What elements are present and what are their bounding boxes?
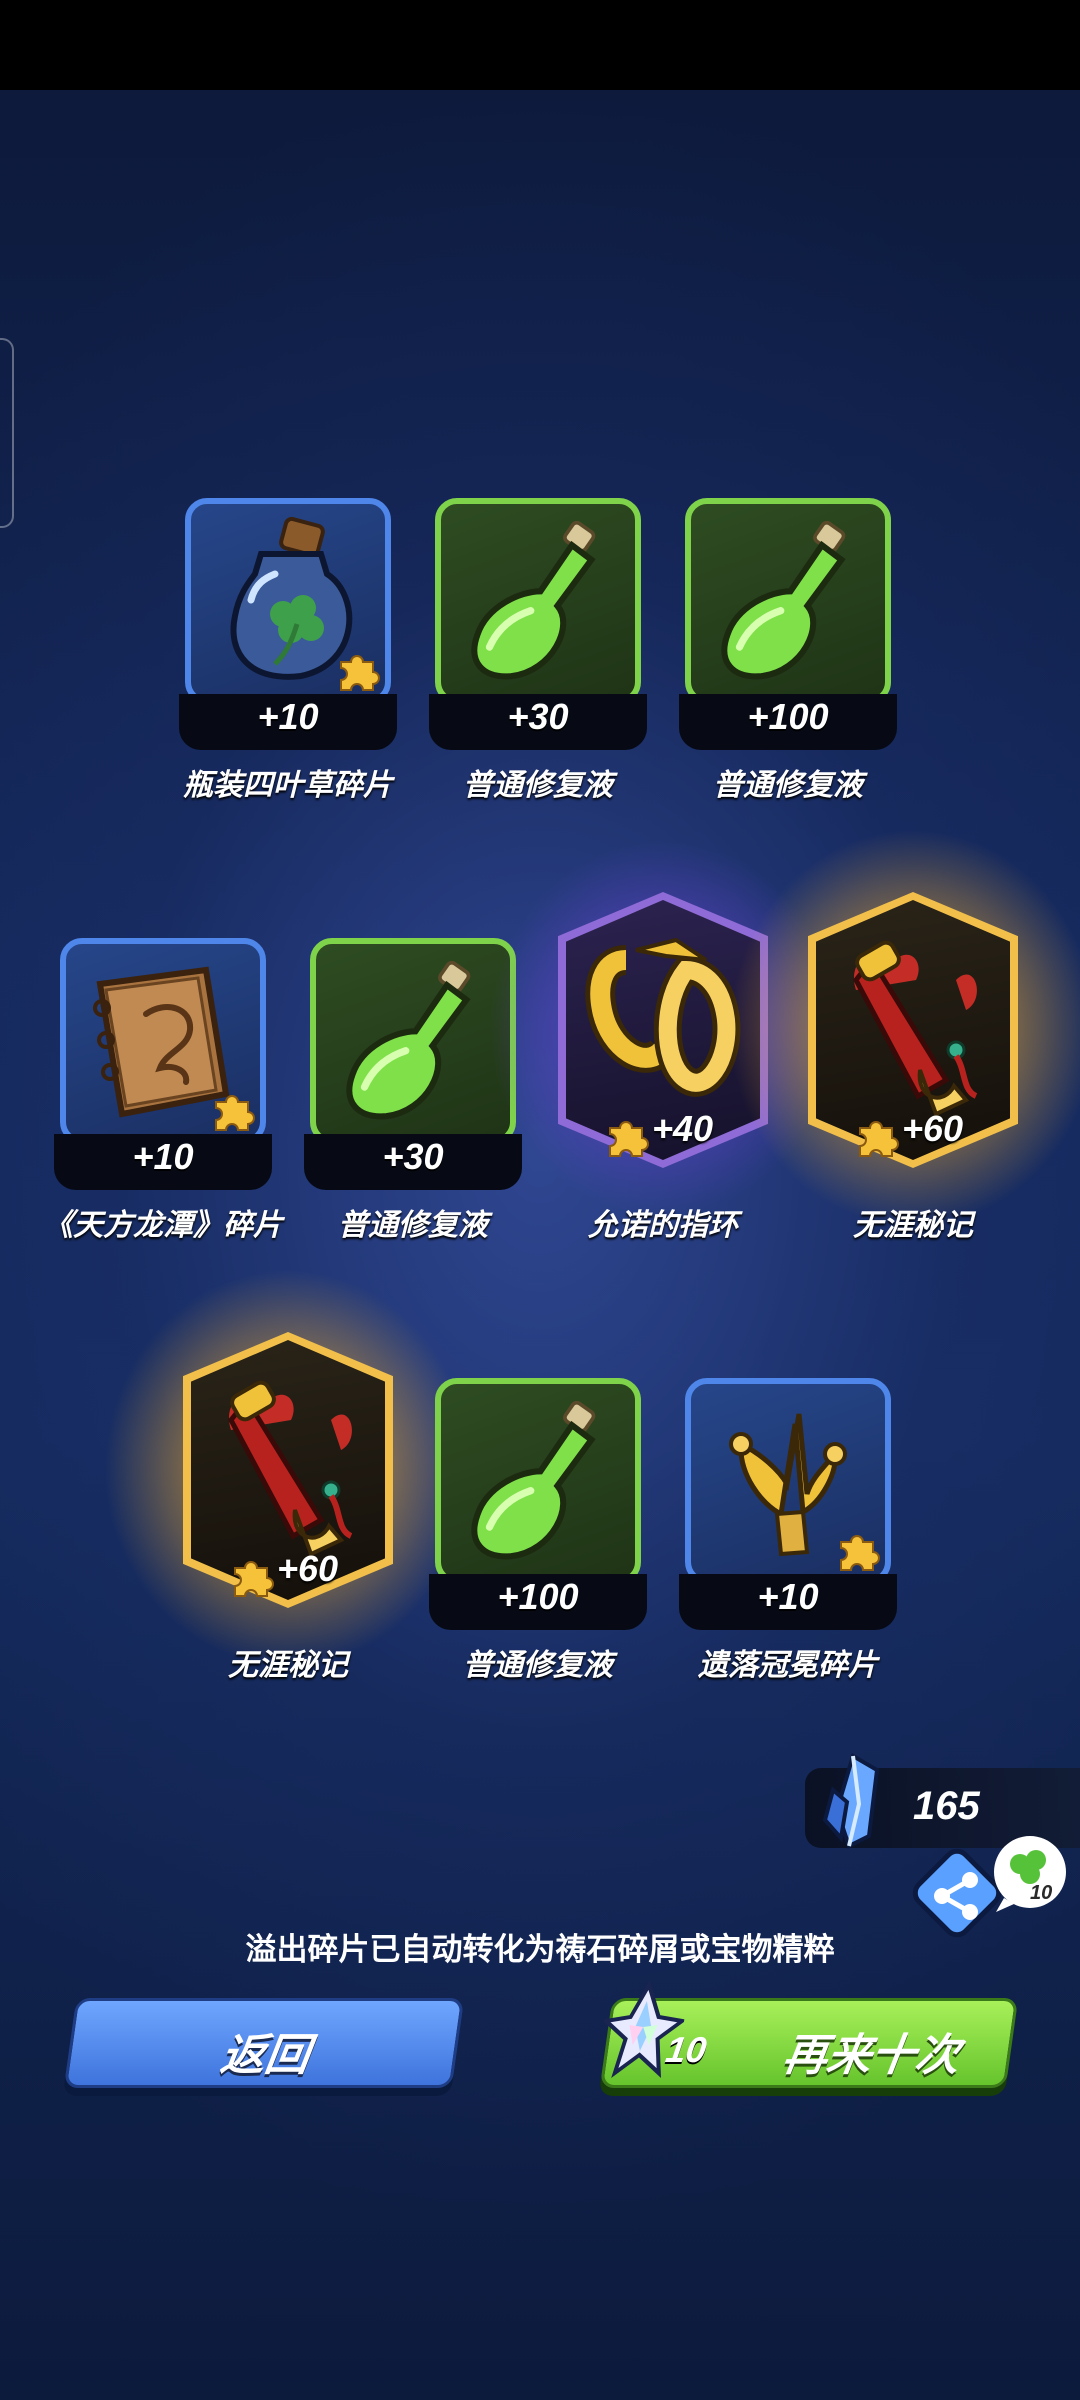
reward-item: +100 普通修复液 <box>673 498 903 828</box>
gacha-results-screen: +10 瓶装四叶草碎片 +30 普通修复液 +100 普通修复液 +10 《天方… <box>0 0 1080 2400</box>
reward-name: 无涯秘记 <box>228 1649 348 1682</box>
puzzle-piece-icon <box>210 1088 256 1134</box>
reward-name: 瓶装四叶草碎片 <box>183 769 393 802</box>
reward-name: 无涯秘记 <box>853 1209 973 1242</box>
crystal-icon <box>822 1752 880 1849</box>
puzzle-piece-icon <box>229 1554 275 1600</box>
reward-name: 普通修复液 <box>463 769 613 802</box>
status-bar <box>0 0 1080 90</box>
reward-item: +60 无涯秘记 <box>728 828 1080 1242</box>
reward-name: 普通修复液 <box>713 769 863 802</box>
back-button-label: 返回 <box>217 2031 313 2080</box>
reward-count: +60 <box>277 1548 339 1589</box>
pull-ten-again-label: 再来十次 <box>779 2031 963 2080</box>
reward-count: +10 <box>132 1136 194 1177</box>
side-pull-tab[interactable] <box>0 338 14 528</box>
reward-count: +30 <box>507 696 569 737</box>
pull-ten-again-button[interactable]: 10 再来十次 <box>599 1981 1019 2088</box>
reward-card-green <box>435 498 641 704</box>
reward-count: +10 <box>257 696 319 737</box>
potion-flask-icon <box>316 944 510 1138</box>
reward-name: 遗落冠冕碎片 <box>698 1649 878 1682</box>
reward-name: 普通修复液 <box>463 1649 613 1682</box>
reward-count: +100 <box>747 696 829 737</box>
overflow-notice: 溢出碎片已自动转化为祷石碎屑或宝物精粹 <box>245 1932 835 1967</box>
clover-count: 10 <box>1030 1882 1053 1904</box>
puzzle-piece-icon <box>835 1528 881 1574</box>
reward-item: +10 遗落冠冕碎片 <box>673 1378 903 1708</box>
reward-name: 《天方龙潭》碎片 <box>43 1209 283 1242</box>
reward-item: +100 普通修复液 <box>423 1378 653 1708</box>
potion-flask-icon <box>441 1384 635 1578</box>
reward-count: +30 <box>382 1136 444 1177</box>
reward-card-green <box>685 498 891 704</box>
reward-card-blue <box>685 1378 891 1584</box>
reward-name: 普通修复液 <box>338 1209 488 1242</box>
pull-cost: 10 <box>663 2029 710 2070</box>
reward-count: +10 <box>757 1576 819 1617</box>
reward-item: +10 瓶装四叶草碎片 <box>173 498 403 828</box>
reward-card-green <box>435 1378 641 1584</box>
reward-count: +60 <box>902 1108 964 1149</box>
puzzle-piece-icon <box>335 648 381 694</box>
reward-item: +10 《天方龙潭》碎片 <box>43 938 283 1268</box>
reward-name: 允诺的指环 <box>588 1209 738 1242</box>
puzzle-piece-icon <box>604 1114 650 1160</box>
crystal-count: 165 <box>913 1784 980 1828</box>
reward-card-green <box>310 938 516 1144</box>
back-button[interactable]: 返回 <box>63 1998 465 2088</box>
reward-item: +60 无涯秘记 <box>103 1268 473 1682</box>
reward-card-blue <box>185 498 391 704</box>
potion-flask-icon <box>441 504 635 698</box>
puzzle-piece-icon <box>854 1114 900 1160</box>
reward-count: +40 <box>652 1108 714 1149</box>
reward-card-blue <box>60 938 266 1144</box>
reward-count: +100 <box>497 1576 579 1617</box>
potion-flask-icon <box>691 504 885 698</box>
reward-item: +30 普通修复液 <box>423 498 653 828</box>
